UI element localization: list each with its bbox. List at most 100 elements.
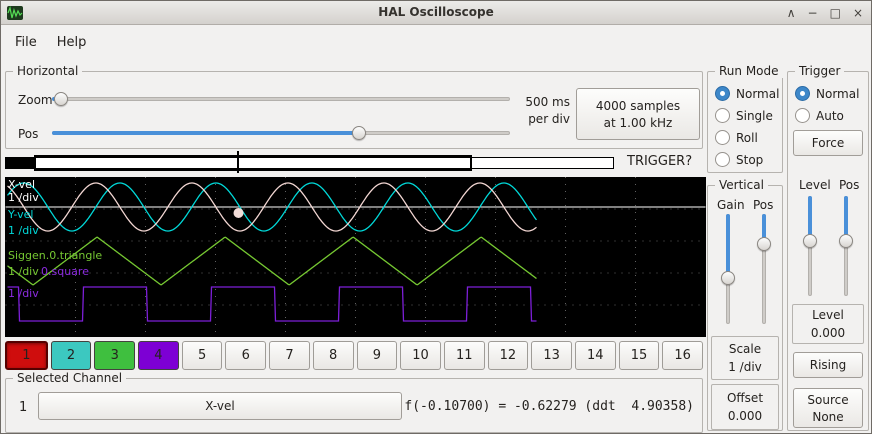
offset-value: 0.000: [728, 409, 762, 423]
channel-button-3[interactable]: 3: [94, 341, 135, 370]
slider-handle[interactable]: [839, 234, 853, 248]
channel-button-4[interactable]: 4: [138, 341, 179, 370]
slider-handle[interactable]: [352, 126, 366, 140]
menubar: File Help: [1, 26, 871, 58]
trace-siggen.0.square: [8, 287, 537, 321]
channel-button-1[interactable]: 1: [5, 341, 48, 370]
force-button[interactable]: Force: [793, 130, 863, 156]
trigger-marker: [234, 208, 244, 218]
radio-label: Normal: [736, 87, 779, 101]
trigger-level-slider[interactable]: [803, 196, 817, 296]
vertical-group: Vertical Gain Pos Scale 1 /div Offset 0.…: [707, 185, 783, 431]
vertical-pos-slider[interactable]: [757, 214, 771, 324]
slider-handle[interactable]: [757, 237, 771, 251]
scale-label: Scale: [729, 342, 761, 356]
radio-icon: [715, 152, 730, 167]
vertical-pos-label: Pos: [753, 198, 773, 212]
trigger-pos-slider[interactable]: [839, 196, 853, 296]
horizontal-group: Horizontal Zoom 500 ms per div 4000 samp…: [5, 71, 703, 149]
scope-display[interactable]: X-vel1 /divY-vel1 /divSiggen.0.triangle1…: [5, 177, 706, 337]
slider-handle[interactable]: [54, 92, 68, 106]
scale-value: 1 /div: [728, 360, 762, 374]
radio-icon: [715, 130, 730, 145]
channel-button-9[interactable]: 9: [357, 341, 398, 370]
trace-siggen.0.triangle: [8, 237, 537, 284]
trigger-position-tick: [237, 151, 239, 173]
radio-icon: [715, 108, 730, 123]
trigger-source-line2: None: [812, 410, 843, 424]
channel-value-readout: f(-0.10700) = -0.62279 (ddt 4.90358): [404, 399, 694, 414]
channel-strip: 12345678910111213141516: [5, 341, 703, 370]
channel-button-8[interactable]: 8: [313, 341, 354, 370]
maximize-icon[interactable]: □: [830, 1, 841, 25]
channel-button-7[interactable]: 7: [269, 341, 310, 370]
trigger-edge-button[interactable]: Rising: [793, 352, 863, 378]
gain-slider[interactable]: [721, 214, 735, 324]
slider-handle[interactable]: [721, 271, 735, 285]
slider-fill: [52, 131, 359, 135]
radio-label: Stop: [736, 153, 763, 167]
menu-help[interactable]: Help: [47, 30, 97, 55]
scale-display[interactable]: Scale 1 /div: [711, 336, 779, 380]
slider-fill: [726, 214, 730, 278]
trigger-group: Trigger Normal Auto Force Level Pos Leve…: [787, 71, 869, 431]
run-mode-group-label: Run Mode: [715, 64, 783, 78]
pos-label: Pos: [18, 127, 38, 141]
runmode-single[interactable]: Single: [715, 108, 773, 123]
radio-label: Auto: [816, 109, 844, 123]
channel-button-14[interactable]: 14: [575, 341, 616, 370]
menu-file[interactable]: File: [5, 30, 47, 55]
run-mode-group: Run Mode Normal Single Roll Stop: [707, 71, 783, 173]
scope-canvas: [5, 177, 706, 337]
radio-icon: [795, 108, 810, 123]
trigger-level-readout-value: 0.000: [811, 326, 845, 340]
radio-label: Single: [736, 109, 773, 123]
slider-handle[interactable]: [803, 234, 817, 248]
trigger-level-label: Level: [799, 178, 831, 192]
channel-button-10[interactable]: 10: [400, 341, 441, 370]
radio-icon: [795, 86, 810, 101]
channel-button-15[interactable]: 15: [619, 341, 660, 370]
offset-display[interactable]: Offset 0.000: [711, 384, 779, 430]
minimize-icon[interactable]: −: [808, 1, 818, 25]
trigger-pos-label: Pos: [839, 178, 859, 192]
window-controls: ∧ − □ ×: [787, 1, 863, 25]
channel-button-2[interactable]: 2: [51, 341, 92, 370]
runmode-stop[interactable]: Stop: [715, 152, 763, 167]
channel-name-button[interactable]: X-vel: [38, 392, 402, 420]
channel-button-6[interactable]: 6: [225, 341, 266, 370]
selected-channel-number: 1: [19, 400, 27, 415]
channel-button-12[interactable]: 12: [488, 341, 529, 370]
radio-label: Normal: [816, 87, 859, 101]
channel-button-5[interactable]: 5: [182, 341, 223, 370]
gain-label: Gain: [717, 198, 745, 212]
channel-button-16[interactable]: 16: [662, 341, 703, 370]
window-title: HAL Oscilloscope: [1, 5, 871, 19]
time-per-div-unit: per div: [506, 111, 570, 128]
trigger-group-label: Trigger: [795, 64, 844, 78]
trigger-question-label: TRIGGER?: [627, 154, 692, 169]
trigger-auto[interactable]: Auto: [795, 108, 844, 123]
horizontal-group-label: Horizontal: [13, 64, 82, 78]
close-icon[interactable]: ×: [853, 1, 863, 25]
channel-button-13[interactable]: 13: [531, 341, 572, 370]
trigger-normal[interactable]: Normal: [795, 86, 859, 101]
trigger-source-button[interactable]: Source None: [793, 388, 863, 428]
offset-label: Offset: [727, 391, 763, 405]
display-window-outline: [34, 155, 472, 171]
zoom-slider[interactable]: [52, 92, 510, 106]
trigger-source-line1: Source: [807, 393, 848, 407]
samples-line2: at 1.00 kHz: [604, 116, 673, 130]
hal-oscilloscope-window: HAL Oscilloscope ∧ − □ × File Help Horiz…: [0, 0, 872, 434]
selected-channel-group-label: Selected Channel: [13, 371, 126, 385]
slider-track: [52, 97, 510, 101]
channel-button-11[interactable]: 11: [444, 341, 485, 370]
samples-line1: 4000 samples: [596, 99, 680, 113]
runmode-normal[interactable]: Normal: [715, 86, 779, 101]
titlebar[interactable]: HAL Oscilloscope ∧ − □ ×: [1, 1, 871, 25]
horizontal-pos-slider[interactable]: [52, 126, 510, 140]
runmode-roll[interactable]: Roll: [715, 130, 758, 145]
time-per-div-value: 500 ms: [506, 94, 570, 111]
shade-icon[interactable]: ∧: [787, 1, 796, 25]
samples-button[interactable]: 4000 samples at 1.00 kHz: [576, 88, 700, 140]
